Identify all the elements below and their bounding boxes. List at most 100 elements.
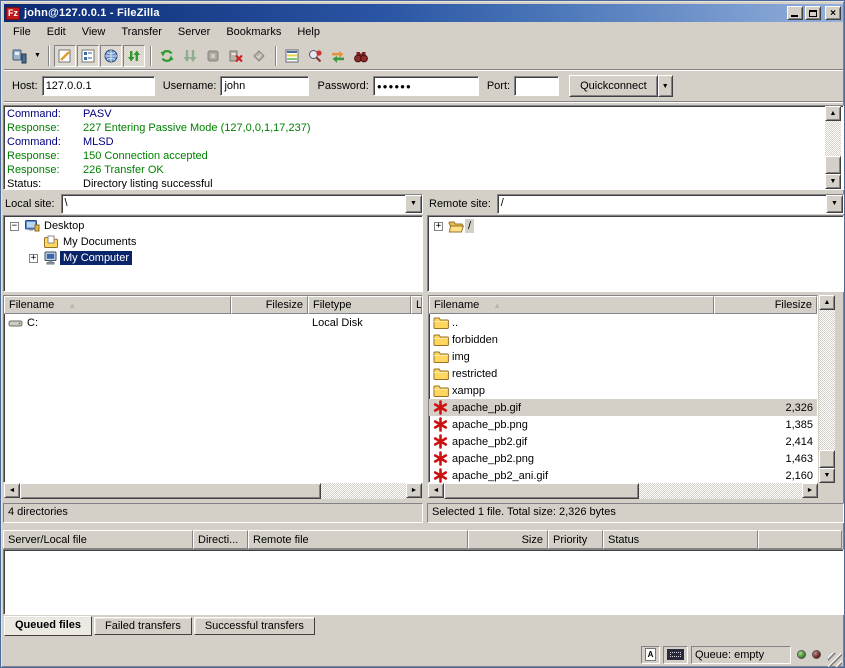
log-line: Status:Directory listing successful [7, 177, 843, 190]
tree-item-label: Desktop [41, 219, 87, 233]
column-header-label: L [416, 299, 422, 311]
column-header-filetype[interactable]: Filetype [308, 296, 411, 314]
menu-transfer[interactable]: Transfer [113, 23, 170, 41]
tree-item-my-documents[interactable]: My Documents [4, 234, 422, 250]
refresh-button[interactable] [156, 45, 178, 67]
filter-button[interactable] [304, 45, 326, 67]
tab-successful-transfers[interactable]: Successful transfers [194, 617, 315, 635]
log-scrollbar[interactable]: ▲ ▼ [825, 106, 841, 189]
username-input[interactable] [220, 76, 309, 96]
file-name-cell: apache_pb2.png [429, 450, 714, 467]
close-button[interactable]: × [825, 6, 841, 20]
scroll-right-icon[interactable]: ► [406, 483, 422, 498]
tab-failed-transfers[interactable]: Failed transfers [94, 617, 192, 635]
maximize-button[interactable] [805, 6, 821, 20]
column-header-filesize[interactable]: Filesize [714, 296, 817, 314]
scroll-up-icon[interactable]: ▲ [825, 106, 841, 121]
log-scroll-thumb[interactable] [825, 156, 841, 174]
file-row[interactable]: xampp [429, 382, 817, 399]
toggle-transfer-queue-button[interactable] [123, 45, 145, 67]
local-site-dropdown[interactable]: ▼ [405, 195, 422, 213]
scroll-right-icon[interactable]: ► [802, 483, 818, 498]
tree-item-my-computer[interactable]: +My Computer [4, 250, 422, 266]
host-label: Host: [12, 80, 38, 92]
file-row[interactable]: apache_pb2.gif2,414 [429, 433, 817, 450]
file-row[interactable]: img [429, 348, 817, 365]
column-header-filename[interactable]: Filename▲ [429, 296, 714, 314]
tree-item--[interactable]: +/ [428, 218, 843, 234]
disconnect-button[interactable] [225, 45, 247, 67]
sort-ascending-icon: ▲ [68, 301, 76, 310]
file-cell-text: .. [452, 317, 458, 329]
scroll-down-icon[interactable]: ▼ [825, 174, 841, 189]
collapse-icon[interactable]: − [10, 222, 19, 231]
remote-hscrollbar[interactable]: ◄ ► [428, 483, 818, 499]
remote-hscroll-thumb[interactable] [444, 483, 639, 499]
host-input[interactable] [42, 76, 155, 96]
queue-column-size[interactable]: Size [468, 530, 548, 549]
find-files-icon [353, 48, 369, 64]
password-input[interactable] [373, 76, 479, 96]
menu-file[interactable]: File [5, 23, 39, 41]
log-line-label: Response: [7, 163, 83, 177]
scroll-left-icon[interactable]: ◄ [4, 483, 20, 498]
menu-help[interactable]: Help [289, 23, 328, 41]
file-row[interactable]: apache_pb.png1,385 [429, 416, 817, 433]
column-header-filename[interactable]: Filename▲ [4, 296, 231, 314]
desktop-icon [24, 218, 41, 234]
minimize-button[interactable] [787, 6, 803, 20]
column-header-l[interactable]: L [411, 296, 422, 314]
local-hscroll-thumb[interactable] [20, 483, 321, 499]
scroll-up-icon[interactable]: ▲ [819, 295, 835, 310]
menu-server[interactable]: Server [170, 23, 218, 41]
menu-edit[interactable]: Edit [39, 23, 74, 41]
quickconnect-bar: Host: Username: Password: Port: Quickcon… [4, 71, 843, 102]
port-input[interactable] [514, 76, 559, 96]
local-hscrollbar[interactable]: ◄ ► [4, 483, 422, 499]
site-manager-dropdown-button[interactable]: ▼ [31, 45, 44, 67]
remote-site-combo[interactable]: / ▼ [497, 194, 844, 214]
file-row[interactable]: apache_pb2_ani.gif2,160 [429, 467, 817, 484]
menu-view[interactable]: View [74, 23, 114, 41]
queue-column-status[interactable]: Status [603, 530, 758, 549]
quickconnect-dropdown[interactable]: ▼ [658, 75, 673, 97]
quickconnect-button[interactable]: Quickconnect [569, 75, 658, 97]
local-site-combo[interactable]: \ ▼ [61, 194, 423, 214]
directory-comparison-button[interactable] [281, 45, 303, 67]
synchronized-browsing-button[interactable] [327, 45, 349, 67]
queue-column-priority[interactable]: Priority [548, 530, 603, 549]
chevron-down-icon: ▼ [662, 83, 669, 90]
scroll-left-icon[interactable]: ◄ [428, 483, 444, 498]
resize-grip[interactable] [828, 653, 842, 667]
scroll-down-icon[interactable]: ▼ [819, 468, 835, 483]
expand-icon[interactable]: + [434, 222, 443, 231]
file-row[interactable]: apache_pb2.png1,463 [429, 450, 817, 467]
file-row[interactable]: restricted [429, 365, 817, 382]
file-name-cell: apache_pb.gif [429, 399, 714, 416]
file-row[interactable]: apache_pb.gif2,326 [429, 399, 817, 416]
expand-icon[interactable]: + [29, 254, 38, 263]
find-files-button[interactable] [350, 45, 372, 67]
remote-site-dropdown[interactable]: ▼ [826, 195, 843, 213]
file-row[interactable]: .. [429, 314, 817, 331]
queue-column-remote-file[interactable]: Remote file [248, 530, 468, 549]
tab-queued-files[interactable]: Queued files [4, 616, 92, 636]
menu-bookmarks[interactable]: Bookmarks [218, 23, 289, 41]
file-row[interactable]: forbidden [429, 331, 817, 348]
window-title: john@127.0.0.1 - FileZilla [24, 7, 785, 19]
queue-column-blank[interactable] [758, 530, 842, 549]
column-header-filesize[interactable]: Filesize [231, 296, 308, 314]
remote-vscroll-thumb[interactable] [819, 450, 835, 468]
file-row[interactable]: C:Local Disk [4, 314, 422, 331]
queue-column-directi-[interactable]: Directi... [193, 530, 248, 549]
file-cell: 1,463 [714, 450, 817, 467]
site-manager-button[interactable] [8, 45, 30, 67]
remote-vscrollbar[interactable]: ▲ ▼ [819, 295, 835, 483]
file-cell-text: 2,160 [785, 470, 813, 482]
queue-column-server-local-file[interactable]: Server/Local file [3, 530, 193, 549]
toggle-local-tree-button[interactable] [77, 45, 99, 67]
pane-splitter-horizontal[interactable] [3, 523, 844, 530]
toggle-message-log-button[interactable] [54, 45, 76, 67]
toggle-remote-tree-button[interactable] [100, 45, 122, 67]
tree-item-desktop[interactable]: − Desktop [4, 218, 422, 234]
